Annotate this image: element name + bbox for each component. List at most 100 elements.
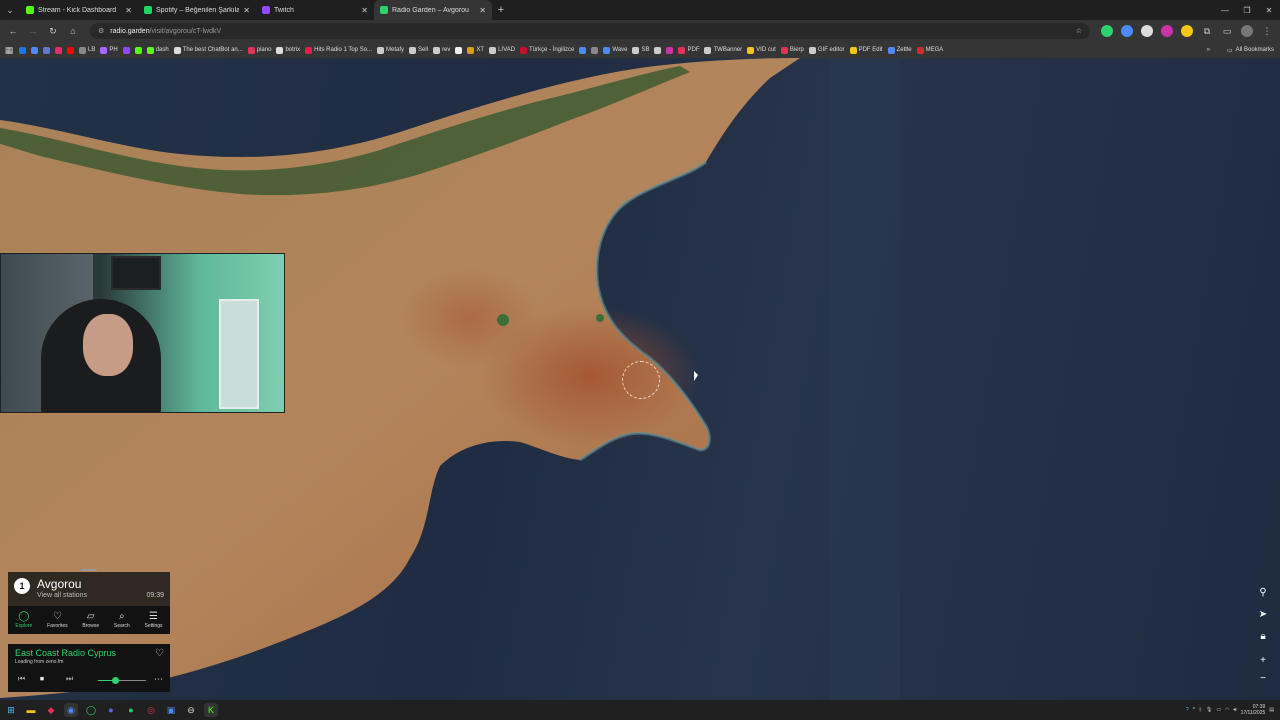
station-card[interactable]: 1 Avgorou View all stations 09:39 — [8, 569, 170, 606]
discord-icon[interactable]: ● — [104, 703, 118, 717]
bookmark-item[interactable]: botrix — [276, 46, 300, 54]
bookmark-item[interactable]: VID cut — [747, 46, 776, 54]
more-options-icon[interactable]: ⋯ — [154, 674, 163, 685]
file-explorer-icon[interactable]: ▬ — [24, 703, 38, 717]
wifi-icon[interactable]: ◠ — [1225, 707, 1229, 713]
bookmark-item[interactable]: PH — [100, 46, 118, 54]
bookmark-item[interactable] — [579, 46, 587, 54]
clock[interactable]: 07:39 17/11/2025 — [1241, 704, 1266, 716]
app-icon[interactable]: ◯ — [84, 703, 98, 717]
nav-settings[interactable]: ☰ Settings — [144, 611, 162, 629]
forward-icon[interactable]: → — [24, 22, 42, 40]
notifications-icon[interactable]: ▤ — [1269, 707, 1274, 713]
lock-icon[interactable]: 🔒︎ — [1256, 629, 1270, 643]
bookmark-item[interactable] — [55, 46, 62, 54]
zoom-out-icon[interactable]: − — [1256, 671, 1270, 685]
app-icon[interactable]: ⊖ — [184, 703, 198, 717]
bookmark-item[interactable] — [19, 46, 26, 54]
app-icon[interactable]: ◆ — [44, 703, 58, 717]
bookmark-item[interactable] — [122, 46, 130, 54]
bookmark-item[interactable]: Wave — [603, 46, 627, 54]
bookmark-item[interactable]: Metafy — [377, 46, 404, 54]
bookmark-item[interactable]: The best ChatBot an... — [173, 46, 243, 54]
locate-me-icon[interactable]: ➤ — [1256, 607, 1270, 621]
browser-tab[interactable]: Stream - Kick Dashboard ✕ — [20, 0, 138, 20]
nav-favorites[interactable]: ♡ Favorites — [47, 611, 68, 629]
bookmark-item[interactable]: Bierp — [780, 46, 804, 54]
reload-icon[interactable]: ↻ — [44, 22, 62, 40]
stop-icon[interactable]: ⏹ — [40, 674, 44, 684]
microphone-icon[interactable]: 🎙︎ — [1206, 707, 1212, 713]
kick-icon[interactable]: K — [204, 703, 218, 717]
browser-tab[interactable]: Twitch ✕ — [256, 0, 374, 20]
bookmark-item[interactable] — [31, 46, 38, 54]
player-station-name[interactable]: East Coast Radio Cyprus — [15, 648, 116, 658]
view-all-stations-link[interactable]: View all stations — [37, 592, 87, 599]
tab-close-icon[interactable]: ✕ — [479, 6, 486, 15]
address-bar[interactable]: ⚙ radio.garden/visit/avgorou/cT-lwdkV ☆ — [90, 23, 1090, 39]
selected-location-marker[interactable] — [622, 361, 660, 399]
bookmark-item[interactable]: piano — [247, 46, 271, 54]
nav-explore[interactable]: ◯ Explore — [15, 611, 32, 629]
drag-handle[interactable] — [81, 569, 97, 571]
extension-icon[interactable] — [1121, 25, 1133, 37]
extensions-puzzle-icon[interactable]: ⧉ — [1198, 22, 1216, 40]
bookmark-item[interactable]: PDF — [678, 46, 699, 54]
help-icon[interactable]: ? — [1186, 707, 1189, 713]
new-tab-button[interactable]: + — [492, 0, 510, 20]
spotify-icon[interactable]: ● — [124, 703, 138, 717]
bookmark-item[interactable]: GIF editor — [808, 46, 845, 54]
bookmark-item[interactable]: Sell — [409, 46, 428, 54]
bookmark-item[interactable]: PDF Edit — [849, 46, 883, 54]
profile-avatar[interactable] — [1241, 25, 1253, 37]
extension-icon[interactable] — [1101, 25, 1113, 37]
bookmark-item[interactable] — [134, 46, 142, 54]
close-window-icon[interactable]: ✕ — [1258, 0, 1280, 20]
bookmark-star-icon[interactable]: ☆ — [1076, 27, 1082, 35]
side-panel-icon[interactable]: ▭ — [1218, 22, 1236, 40]
bookmark-item[interactable] — [654, 46, 662, 54]
tab-close-icon[interactable]: ✕ — [243, 6, 250, 15]
bookmark-item[interactable]: TWBanner — [704, 46, 742, 54]
bookmark-item[interactable] — [43, 46, 50, 54]
bluetooth-icon[interactable]: ᛒ — [1199, 707, 1202, 713]
volume-slider[interactable] — [98, 677, 146, 684]
extension-icon[interactable] — [1181, 25, 1193, 37]
extension-icon[interactable] — [1141, 25, 1153, 37]
chrome-icon[interactable]: ◉ — [64, 703, 78, 717]
bookmark-item[interactable]: Hits Radio 1 Top So... — [305, 46, 372, 54]
bookmark-item[interactable]: MEGA — [916, 46, 943, 54]
bookmark-item[interactable]: XT — [467, 46, 484, 54]
tab-close-icon[interactable]: ✕ — [125, 6, 132, 15]
previous-icon[interactable]: ⏮ — [18, 674, 25, 684]
tab-close-icon[interactable]: ✕ — [361, 6, 368, 15]
nav-browse[interactable]: ▱ Browse — [82, 611, 99, 629]
zoom-in-icon[interactable]: + — [1256, 653, 1270, 667]
maximize-icon[interactable]: ❐ — [1236, 0, 1258, 20]
volume-knob[interactable] — [111, 677, 119, 684]
favorite-heart-icon[interactable]: ♡ — [155, 648, 164, 659]
bookmark-item[interactable]: Zettle — [887, 46, 912, 54]
nav-search[interactable]: ⌕ Search — [114, 611, 130, 629]
bookmark-item[interactable]: SB — [632, 46, 649, 54]
browser-tab[interactable]: Spotify – Beğenilen Şarkılar ✕ — [138, 0, 256, 20]
bookmarks-overflow-icon[interactable]: » — [1207, 47, 1210, 53]
bookmark-item[interactable] — [455, 46, 463, 54]
next-icon[interactable]: ⏭ — [66, 674, 73, 684]
apps-grid-icon[interactable]: ▦ — [4, 42, 14, 58]
back-icon[interactable]: ← — [4, 22, 22, 40]
bookmark-item[interactable]: dash — [146, 46, 169, 54]
minimize-icon[interactable]: — — [1214, 0, 1236, 20]
bookmark-item[interactable] — [67, 46, 74, 54]
tray-overflow-icon[interactable]: ^ — [1193, 707, 1195, 713]
windows-start-icon[interactable]: ⊞ — [4, 703, 18, 717]
app-icon[interactable]: ▣ — [164, 703, 178, 717]
volume-icon[interactable]: 🔊︎ — [1233, 707, 1236, 713]
browser-menu-icon[interactable]: ⋮ — [1258, 22, 1276, 40]
map-pin-icon[interactable]: ⚲ — [1256, 585, 1270, 599]
browser-tab[interactable]: Radio Garden – Avgorou ✕ — [374, 0, 492, 20]
bookmark-item[interactable]: rev — [433, 46, 450, 54]
all-bookmarks-button[interactable]: » ▭ All Bookmarks — [1200, 42, 1274, 58]
bookmark-item[interactable]: Türkçe - İngilizce — [519, 46, 574, 54]
tab-search-icon[interactable]: ⌄ — [0, 0, 20, 20]
